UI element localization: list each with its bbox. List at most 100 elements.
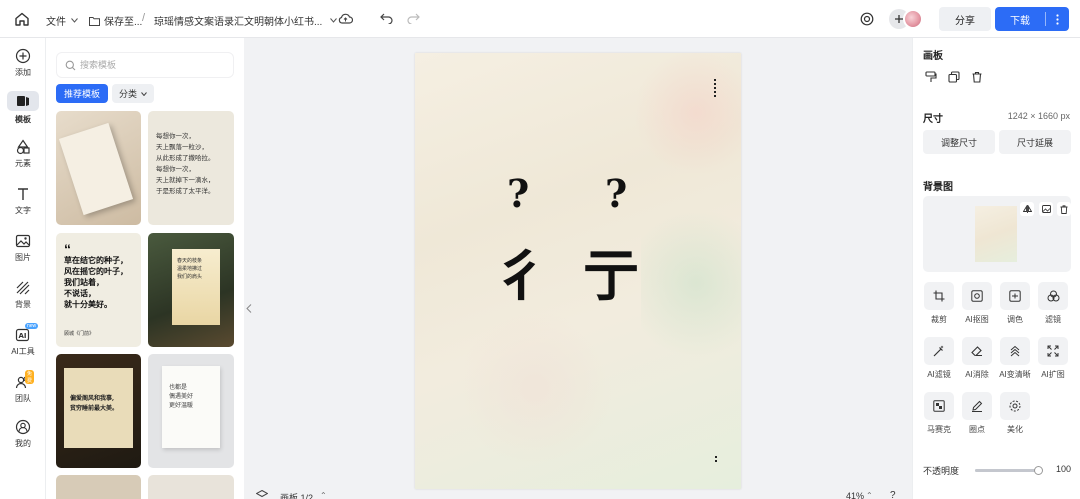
beautify-tool[interactable]: 美化 (995, 392, 1035, 435)
template-icon (7, 91, 39, 111)
size-section-title: 尺寸 (923, 114, 943, 125)
search-input[interactable] (80, 60, 220, 70)
nav-item-add[interactable]: 添加 (0, 48, 46, 78)
share-button-label: 分享 (955, 15, 975, 27)
share-button[interactable]: 分享 (939, 7, 991, 31)
mosaic-tool[interactable]: 马赛克 (919, 392, 959, 435)
nav-item-team[interactable]: 免费 团队 (0, 370, 46, 404)
extend-size-button[interactable]: 尺寸延展 (999, 130, 1071, 154)
template-text-line: 不说话， (64, 288, 96, 298)
size-value: 1242 × 1660 px (1007, 111, 1070, 121)
opacity-slider-handle[interactable] (1034, 466, 1043, 475)
template-text-line: 更好温暖 (169, 403, 194, 409)
question-mark-right[interactable]: ? (605, 171, 627, 216)
template-text-line: 从此形成了撒哈拉。 (156, 154, 215, 162)
template-paper: 偏爱阁风和我事, 贫穷睡前最大美。 (64, 368, 133, 448)
svg-text:AI: AI (19, 332, 27, 340)
background-section-title: 背景图 (923, 182, 953, 193)
pen-tool[interactable]: 圈点 (957, 392, 997, 435)
template-text-line: 每想你一次， (156, 165, 195, 173)
quote-mark: “ (64, 241, 71, 257)
filter-tool[interactable]: 滤镜 (1033, 282, 1073, 325)
template-card[interactable] (56, 475, 141, 499)
more-vertical-icon[interactable] (1046, 13, 1068, 25)
undo-icon[interactable] (380, 13, 393, 24)
redo-icon[interactable] (407, 13, 420, 24)
template-card[interactable]: 偏爱阁风和我事, 贫穷睡前最大美。 (56, 354, 141, 468)
save-to-button[interactable]: 保存至... (89, 13, 142, 28)
cloud-sync-icon[interactable] (338, 12, 353, 25)
nav-item-templates[interactable]: 模板 (0, 91, 46, 125)
collaborator-group[interactable] (889, 9, 925, 29)
nav-item-label: 文字 (15, 206, 31, 215)
avatar[interactable] (903, 9, 923, 29)
artboard[interactable]: ? ? 彳 亍 (415, 53, 741, 489)
ai-sharpen-tool[interactable]: AI变清晰 (995, 337, 1035, 380)
flip-icon[interactable] (1020, 202, 1034, 216)
template-card[interactable]: 春天的枝条 温柔地拂过 我们的肩头 (148, 233, 234, 347)
nav-item-label: 图片 (15, 253, 31, 262)
home-icon[interactable] (14, 11, 30, 27)
file-menu[interactable]: 文件 (46, 13, 78, 28)
target-icon[interactable] (860, 12, 874, 26)
delete-icon[interactable] (971, 71, 983, 83)
ai-filter-icon (933, 345, 945, 357)
nav-item-mine[interactable]: 我的 (0, 419, 46, 449)
extend-size-button-label: 尺寸延展 (1016, 137, 1053, 148)
template-text-line: 春天的枝条 (177, 258, 203, 264)
replace-image-icon[interactable] (1039, 202, 1053, 216)
tool-label: AI扩图 (1041, 370, 1065, 379)
ai-erase-tool[interactable]: AI消除 (957, 337, 997, 380)
duplicate-icon[interactable] (948, 71, 960, 83)
ai-expand-tool[interactable]: AI扩图 (1033, 337, 1073, 380)
document-title[interactable]: 琼瑶情感文案语录汇文明朝体小红书... (154, 13, 338, 28)
nav-item-elements[interactable]: 元素 (0, 139, 46, 169)
question-mark-left[interactable]: ? (507, 171, 529, 216)
delete-icon[interactable] (1057, 202, 1071, 216)
template-card[interactable] (56, 111, 141, 225)
template-note: 也都是 偶遇美好 更好温暖 (162, 366, 220, 448)
tab-recommended[interactable]: 推荐模板 (56, 84, 108, 103)
template-card[interactable]: “ 草在结它的种子， 风在摇它的叶子， 我们站着， 不说话， 就十分美好。 顾城… (56, 233, 141, 347)
tool-label: 美化 (1007, 425, 1023, 434)
template-card[interactable]: 每想你一次， 天上飘落一粒沙， 从此形成了撒哈拉。 每想你一次， 天上就掉下一滴… (148, 111, 234, 225)
ai-filter-tool[interactable]: AI滤镜 (919, 337, 959, 380)
template-author: 顾城《门前》 (64, 331, 95, 337)
character-chu[interactable]: 亍 (583, 231, 639, 312)
adjust-color-tool[interactable]: 调色 (995, 282, 1035, 325)
dots-decoration (715, 456, 718, 462)
tool-label: 滤镜 (1045, 315, 1061, 324)
zoom-level[interactable]: 41% (846, 491, 864, 499)
tool-label: AI变清晰 (999, 370, 1031, 379)
background-texture (455, 313, 615, 463)
canvas-area: ? ? 彳 亍 画板 1/2 ⌃ 41% ⌃ ? (244, 38, 912, 499)
character-chi[interactable]: 彳 (493, 231, 549, 312)
layers-icon[interactable] (256, 490, 268, 499)
background-thumbnail-box[interactable] (923, 196, 1071, 272)
search-box[interactable] (56, 52, 234, 78)
opacity-value[interactable]: 100 (1056, 464, 1071, 474)
save-to-label: 保存至... (104, 17, 143, 28)
tab-category[interactable]: 分类 (112, 84, 154, 103)
page-indicator[interactable]: 画板 1/2 (280, 491, 313, 499)
nav-item-ai-tools[interactable]: AI new AI工具 (0, 323, 46, 357)
nav-item-text[interactable]: 文字 (0, 186, 46, 216)
cutout-icon (971, 290, 983, 302)
format-painter-icon[interactable] (925, 71, 937, 83)
background-thumbnail (975, 206, 1017, 262)
crop-tool[interactable]: 裁剪 (919, 282, 959, 325)
nav-item-background[interactable]: 背景 (0, 280, 46, 310)
help-button[interactable]: ? (890, 490, 896, 499)
adjust-color-icon (1009, 290, 1021, 302)
top-bar: 文件 保存至... / 琼瑶情感文案语录汇文明朝体小红书... 分享 下载 (0, 0, 1080, 38)
template-card[interactable] (148, 475, 234, 499)
opacity-slider[interactable] (975, 466, 1043, 475)
nav-item-images[interactable]: 图片 (0, 233, 46, 263)
template-text-line: 偏爱阁风和我事, (70, 395, 115, 402)
ai-cutout-tool[interactable]: AI抠图 (957, 282, 997, 325)
resize-button[interactable]: 调整尺寸 (923, 130, 995, 154)
collapse-panel-icon[interactable] (244, 296, 254, 320)
tool-label: 裁剪 (931, 315, 947, 324)
template-card[interactable]: 也都是 偶遇美好 更好温暖 (148, 354, 234, 468)
download-button[interactable]: 下载 (995, 7, 1069, 31)
